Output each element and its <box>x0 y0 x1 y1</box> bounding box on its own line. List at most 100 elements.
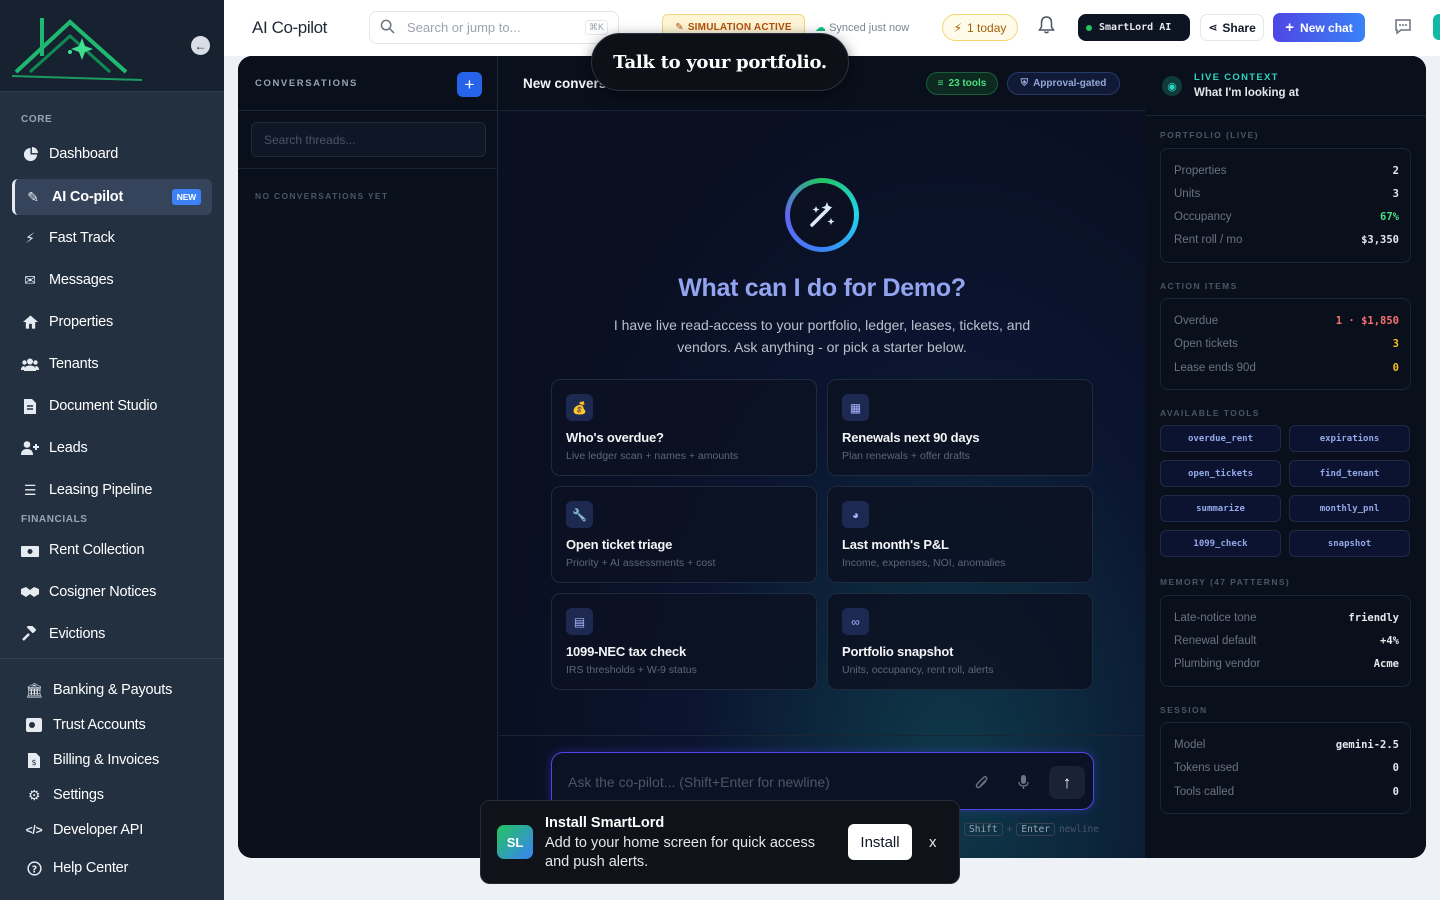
sidebar-item-dashboard[interactable]: Dashboard <box>12 137 212 171</box>
gavel-icon <box>21 626 39 642</box>
starter-subtitle: Plan renewals + offer drafts <box>842 450 970 462</box>
starter-card-renewals[interactable]: ▦ Renewals next 90 days Plan renewals + … <box>827 379 1093 476</box>
starter-title: Portfolio snapshot <box>842 644 954 659</box>
new-conversation-button[interactable]: + <box>457 72 482 97</box>
sidebar-item-label: Rent Collection <box>49 542 145 558</box>
paperclip-icon[interactable] <box>975 775 989 795</box>
sidebar-item-settings[interactable]: ⚙ Settings <box>12 778 212 812</box>
tool-chip[interactable]: expirations <box>1289 425 1410 452</box>
session-info: Model gemini-2.5 Tokens used 0 Tools calle… <box>1160 722 1411 814</box>
page-title: AI Co-pilot <box>252 18 327 37</box>
sidebar-item-leasing-pipeline[interactable]: ☰ Leasing Pipeline <box>12 473 212 507</box>
stat-label: Properties <box>1174 165 1227 177</box>
memory-row: Late-notice tone friendly <box>1174 610 1399 626</box>
starter-card-overdue[interactable]: 💰 Who's overdue? Live ledger scan + name… <box>551 379 817 476</box>
share-button[interactable]: ⋖ Share <box>1200 14 1264 41</box>
stat-value: 67% <box>1380 211 1399 223</box>
tool-chip[interactable]: snapshot <box>1289 530 1410 557</box>
send-button[interactable]: ↑ <box>1049 766 1085 799</box>
starter-title: 1099-NEC tax check <box>566 644 686 659</box>
chat-bubble-icon[interactable] <box>1394 18 1412 40</box>
starter-title: Who's overdue? <box>566 430 664 445</box>
memory-patterns: Late-notice tone friendly Renewal default… <box>1160 595 1411 687</box>
tools-count-badge[interactable]: ≡ 23 tools <box>926 72 998 95</box>
tool-chip[interactable]: monthly_pnl <box>1289 495 1410 522</box>
stat-label: Units <box>1174 188 1201 200</box>
session-key: Tools called <box>1174 786 1235 798</box>
composer-placeholder: Ask the co-pilot... (Shift+Enter for new… <box>568 774 830 790</box>
sidebar-item-banking-payouts[interactable]: 🏛 Banking & Payouts <box>12 673 212 707</box>
assistant-status-pill[interactable]: SmartLord AI <box>1078 14 1190 41</box>
divider <box>499 735 1145 736</box>
user-avatar[interactable] <box>1433 14 1440 40</box>
wrench-icon: 🔧 <box>566 501 593 528</box>
plus-icon: + <box>1285 19 1295 36</box>
new-badge: NEW <box>171 189 201 205</box>
stat-row: Occupancy 67% <box>1174 209 1399 225</box>
tool-chip[interactable]: 1099_check <box>1160 530 1281 557</box>
sidebar-item-ai-copilot[interactable]: ✎ AI Co-pilot NEW <box>12 179 212 215</box>
sidebar-item-rent-collection[interactable]: Rent Collection <box>12 533 212 567</box>
starter-card-snapshot[interactable]: ∞ Portfolio snapshot Units, occupancy, r… <box>827 593 1093 690</box>
stat-value: $3,350 <box>1361 234 1399 246</box>
close-banner-button[interactable]: x <box>929 834 937 851</box>
notifications-bell-icon[interactable] <box>1038 16 1055 39</box>
sidebar-item-properties[interactable]: Properties <box>12 305 212 339</box>
memory-value: friendly <box>1348 612 1399 624</box>
memory-row: Plumbing vendor Acme <box>1174 656 1399 672</box>
sidebar-item-label: Fast Track <box>49 230 115 246</box>
action-items: Overdue 1 · $1,850 Open tickets 3 Lease en… <box>1160 298 1411 390</box>
starter-card-pnl[interactable]: ◕ Last month's P&L Income, expenses, NOI… <box>827 486 1093 583</box>
tool-chip[interactable]: summarize <box>1160 495 1281 522</box>
sidebar-item-tenants[interactable]: Tenants <box>12 347 212 381</box>
memory-label: MEMORY (47 PATTERNS) <box>1160 577 1291 587</box>
starter-subtitle: Income, expenses, NOI, anomalies <box>842 557 1006 569</box>
today-activity-pill[interactable]: ⚡ 1 today <box>942 14 1018 41</box>
global-search-input[interactable]: Search or jump to... ⌘K <box>369 11 619 44</box>
sidebar-item-evictions[interactable]: Evictions <box>12 617 212 651</box>
share-icon: ⋖ <box>1208 22 1218 34</box>
sidebar-item-fast-track[interactable]: ⚡ Fast Track <box>12 221 212 255</box>
svg-text:$: $ <box>32 758 37 767</box>
sidebar-item-developer-api[interactable]: </> Developer API <box>12 813 212 847</box>
shield-icon: ⛨ <box>1020 78 1029 89</box>
memory-row: Renewal default +4% <box>1174 633 1399 649</box>
stat-row: Properties 2 <box>1174 163 1399 179</box>
starter-card-ticket-triage[interactable]: 🔧 Open ticket triage Priority + AI asses… <box>551 486 817 583</box>
starter-title: Renewals next 90 days <box>842 430 980 445</box>
sidebar-item-trust-accounts[interactable]: Trust Accounts <box>12 708 212 742</box>
thread-search-input[interactable]: Search threads... <box>251 122 486 157</box>
approval-gated-badge[interactable]: ⛨ Approval-gated <box>1007 72 1120 95</box>
stat-value: 3 <box>1392 188 1399 200</box>
session-value: 0 <box>1392 786 1399 798</box>
action-row[interactable]: Open tickets 3 <box>1174 336 1399 352</box>
portfolio-stats: Properties 2 Units 3 Occupancy 67% Rent rol… <box>1160 148 1411 263</box>
tool-chip[interactable]: overdue_rent <box>1160 425 1281 452</box>
sync-label: Synced just now <box>829 22 910 34</box>
install-button[interactable]: Install <box>848 824 912 860</box>
section-label-financials: FINANCIALS <box>21 514 88 525</box>
new-chat-button[interactable]: + New chat <box>1273 13 1365 42</box>
tool-chip[interactable]: find_tenant <box>1289 460 1410 487</box>
list-icon: ☰ <box>23 481 37 498</box>
collapse-sidebar-button[interactable]: ← <box>191 36 210 55</box>
sidebar-item-billing-invoices[interactable]: $ Billing & Invoices <box>12 743 212 777</box>
home-icon <box>21 315 39 329</box>
session-row: Tools called 0 <box>1174 784 1399 800</box>
action-value: 3 <box>1392 338 1399 350</box>
sidebar-item-cosigner-notices[interactable]: Cosigner Notices <box>12 575 212 609</box>
action-row[interactable]: Overdue 1 · $1,850 <box>1174 313 1399 329</box>
microphone-icon[interactable] <box>1018 775 1029 795</box>
sidebar-item-help-center[interactable]: ? Help Center <box>12 851 212 885</box>
sidebar-item-document-studio[interactable]: Document Studio <box>12 389 212 423</box>
brand-logo[interactable] <box>12 6 152 86</box>
online-dot-icon <box>1086 24 1092 31</box>
tool-chip[interactable]: open_tickets <box>1160 460 1281 487</box>
starter-card-1099[interactable]: ▤ 1099-NEC tax check IRS thresholds + W-… <box>551 593 817 690</box>
action-row[interactable]: Lease ends 90d 0 <box>1174 360 1399 376</box>
sidebar-item-messages[interactable]: ✉ Messages <box>12 263 212 297</box>
binoculars-icon: ∞ <box>842 608 869 635</box>
memory-label-text: Plumbing vendor <box>1174 658 1261 670</box>
live-context-header: ◉ LIVE CONTEXT What I'm looking at <box>1146 56 1426 116</box>
sidebar-item-leads[interactable]: Leads <box>12 431 212 465</box>
